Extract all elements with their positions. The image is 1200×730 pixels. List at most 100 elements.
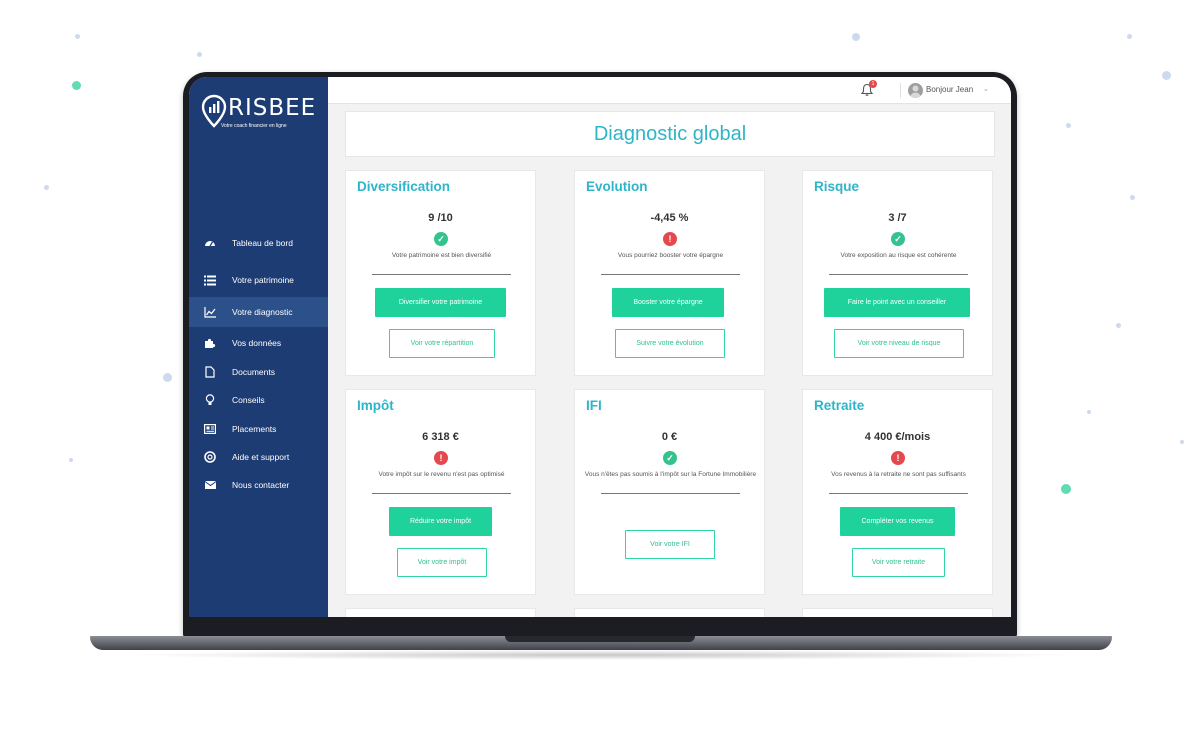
decor-dot [1116,323,1121,328]
check-icon: ✓ [434,232,448,246]
decor-dot [197,52,202,57]
card-partial [802,608,993,617]
divider [372,274,511,275]
document-icon [203,365,217,379]
voir-ifi-button[interactable]: Voir votre IFI [625,530,715,559]
chevron-down-icon[interactable]: ⌄ [983,85,989,93]
logo[interactable]: RISBEE Votre coach financier en ligne [201,94,321,134]
alert-icon: ! [891,451,905,465]
user-greeting[interactable]: Bonjour Jean [926,85,973,94]
card-value: 6 318 € [422,431,459,443]
card-value: 9 /10 [428,212,453,224]
card-value: -4,45 % [650,212,689,224]
check-icon: ✓ [663,451,677,465]
lightbulb-icon [203,393,217,407]
divider [829,493,968,494]
sidebar-item-label: Conseils [232,395,265,405]
alert-icon: ! [663,232,677,246]
laptop-notch [505,636,695,642]
decor-dot [1087,410,1091,414]
page-title: Diagnostic global [593,122,747,145]
diversifier-patrimoine-button[interactable]: Diversifier votre patrimoine [375,288,506,317]
decor-dot [1130,195,1135,200]
notification-badge: 1 [869,80,877,88]
card-message: Vous pourriez booster votre épargne [617,252,724,259]
decor-dot [163,373,172,382]
sidebar-item-nous-contacter[interactable]: Nous contacter [189,470,328,500]
decor-dot [1061,484,1071,494]
reduire-impot-button[interactable]: Réduire votre impôt [389,507,492,536]
card-ifi: IFI 0 € ✓ Vous n'êtes pas soumis à l'imp… [574,389,765,595]
divider [900,83,901,98]
check-icon: ✓ [891,232,905,246]
sidebar-item-votre-diagnostic[interactable]: Votre diagnostic [189,297,328,327]
logo-tagline: Votre coach financier en ligne [221,123,287,129]
decor-dot [1127,34,1132,39]
card-title: Risque [814,179,860,194]
sidebar-item-label: Votre diagnostic [232,307,293,317]
voir-niveau-risque-button[interactable]: Voir votre niveau de risque [834,329,964,358]
faire-le-point-button[interactable]: Faire le point avec un conseiller [824,288,970,317]
dashboard-icon [203,236,217,250]
sidebar-item-votre-patrimoine[interactable]: Votre patrimoine [189,265,328,295]
decor-dot [1162,71,1171,80]
card-message: Votre impôt sur le revenu n'est pas opti… [378,471,505,478]
card-partial [345,608,536,617]
sidebar-item-placements[interactable]: Placements [189,414,328,444]
card-value: 0 € [661,431,678,443]
puzzle-icon [203,336,217,350]
newspaper-icon [203,422,217,436]
sidebar-item-documents[interactable]: Documents [189,357,328,387]
completer-revenus-button[interactable]: Compléter vos revenus [840,507,955,536]
alert-icon: ! [434,451,448,465]
sidebar-item-tableau-de-bord[interactable]: Tableau de bord [189,228,328,258]
sidebar-item-label: Vos données [232,338,282,348]
laptop-screen: RISBEE Votre coach financier en ligne Ta… [189,77,1011,617]
card-value: 3 /7 [888,212,907,224]
decor-dot [75,34,80,39]
sidebar-item-vos-donnees[interactable]: Vos données [189,328,328,358]
voir-retraite-button[interactable]: Voir votre retraite [852,548,945,577]
decor-dot [72,81,81,90]
sidebar-item-label: Tableau de bord [232,238,293,248]
card-retraite: Retraite 4 400 €/mois ! Vos revenus à la… [802,389,993,595]
divider [601,493,740,494]
suivre-evolution-button[interactable]: Suivre votre évolution [615,329,725,358]
decor-dot [69,458,73,462]
chart-line-icon [203,305,217,319]
card-message: Vos revenus à la retraite ne sont pas su… [831,471,966,478]
card-impot: Impôt 6 318 € ! Votre impôt sur le reven… [345,389,536,595]
card-title: Impôt [357,398,394,413]
booster-epargne-button[interactable]: Booster votre épargne [612,288,724,317]
sidebar: RISBEE Votre coach financier en ligne Ta… [189,77,328,617]
card-title: Retraite [814,398,865,413]
card-risque: Risque 3 /7 ✓ Votre exposition au risque… [802,170,993,376]
avatar[interactable] [908,83,923,98]
logo-text: RISBEE [228,95,317,121]
top-bar: 1 Bonjour Jean ⌄ [328,77,1011,104]
sidebar-item-label: Placements [232,424,277,434]
lifebuoy-icon [203,450,217,464]
voir-repartition-button[interactable]: Voir votre répartition [389,329,495,358]
divider [372,493,511,494]
sidebar-item-aide-et-support[interactable]: Aide et support [189,442,328,472]
card-title: Evolution [586,179,648,194]
card-message: Votre patrimoine est bien diversifié [391,252,492,259]
sidebar-item-label: Aide et support [232,452,290,462]
decor-dot [1180,440,1184,444]
card-partial [574,608,765,617]
decor-dot [852,33,860,41]
sidebar-item-label: Nous contacter [232,480,290,490]
card-message: Votre exposition au risque est cohérente [840,252,957,259]
sidebar-item-label: Votre patrimoine [232,275,294,285]
card-value: 4 400 €/mois [864,431,931,443]
decor-dot [1066,123,1071,128]
voir-impot-button[interactable]: Voir votre impôt [397,548,487,577]
card-evolution: Evolution -4,45 % ! Vous pourriez booste… [574,170,765,376]
sidebar-item-conseils[interactable]: Conseils [189,385,328,415]
list-icon [203,273,217,287]
sidebar-item-label: Documents [232,367,275,377]
card-title: IFI [586,398,602,413]
divider [829,274,968,275]
envelope-icon [203,478,217,492]
